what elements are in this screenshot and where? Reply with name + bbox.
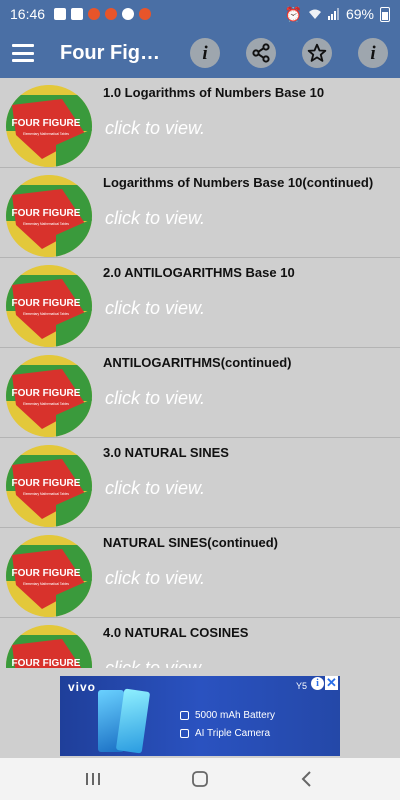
item-thumbnail: FOUR FIGURE Elementary Mathematical Tabl… (6, 355, 92, 437)
app-notification-icon (88, 8, 101, 20)
item-title: NATURAL SINES(continued) (103, 535, 279, 550)
status-bar: 16:46 ⏰ 69% (0, 0, 400, 28)
item-subtitle: click to view. (105, 478, 206, 498)
item-title: 2.0 ANTILOGARITHMS Base 10 (103, 265, 295, 280)
item-subtitle: click to view. (105, 658, 206, 668)
item-subtitle: click to view. (105, 568, 206, 588)
ad-feature: 5000 mAh Battery (180, 710, 275, 721)
list-item[interactable]: FOUR FIGURE Elementary Mathematical Tabl… (0, 348, 400, 438)
app-title: Four Figur… (60, 41, 172, 64)
item-thumbnail: FOUR FIGURE Elementary Mathematical Tabl… (6, 175, 92, 257)
item-thumbnail: FOUR FIGURE Elementary Mathematical Tabl… (6, 265, 92, 347)
media-notification-icon (122, 8, 135, 20)
wifi-icon (308, 9, 321, 19)
logo-sublabel: Elementary Mathematical Tables (23, 222, 69, 226)
back-icon (301, 771, 311, 787)
about-button[interactable]: i (358, 38, 388, 68)
item-subtitle: click to view. (105, 118, 206, 138)
status-time: 16:46 (10, 6, 46, 22)
menu-icon[interactable] (12, 44, 34, 62)
gallery-notification-icon (54, 8, 67, 20)
item-title: Logarithms of Numbers Base 10(continued) (103, 175, 374, 190)
item-thumbnail: FOUR FIGURE Elementary Mathematical Tabl… (6, 535, 92, 617)
alarm-icon: ⏰ (284, 5, 302, 22)
four-figure-logo-icon: FOUR FIGURE Elementary Mathematical Tabl… (6, 625, 92, 668)
item-subtitle: click to view. (105, 388, 206, 408)
logo-label: FOUR FIGURE (12, 478, 81, 489)
ad-model: Y5 (296, 681, 308, 691)
info-icon: i (202, 42, 208, 64)
topic-list: FOUR FIGURE Elementary Mathematical Tabl… (0, 78, 400, 668)
share-button[interactable] (246, 38, 276, 68)
list-item[interactable]: FOUR FIGURE Elementary Mathematical Tabl… (0, 168, 400, 258)
info-button[interactable]: i (190, 38, 220, 68)
four-figure-logo-icon: FOUR FIGURE Elementary Mathematical Tabl… (6, 535, 92, 617)
item-subtitle: click to view. (105, 298, 206, 318)
logo-label: FOUR FIGURE (12, 658, 81, 668)
status-right: ⏰ 69% (285, 6, 390, 23)
list-item[interactable]: FOUR FIGURE Elementary Mathematical Tabl… (0, 528, 400, 618)
star-icon (307, 43, 327, 62)
app-notification-icon (139, 8, 152, 20)
logo-label: FOUR FIGURE (12, 118, 81, 129)
logo-sublabel: Elementary Mathematical Tables (23, 582, 69, 586)
item-thumbnail: FOUR FIGURE Elementary Mathematical Tabl… (6, 625, 92, 668)
logo-label: FOUR FIGURE (12, 568, 81, 579)
ad-line-2: AI Triple Camera (195, 728, 271, 739)
item-title: ANTILOGARITHMS(continued) (103, 355, 292, 370)
logo-sublabel: Elementary Mathematical Tables (23, 312, 69, 316)
facebook-notification-icon (71, 8, 84, 20)
item-title: 4.0 NATURAL COSINES (103, 625, 249, 640)
recent-apps-icon (86, 773, 101, 785)
back-button[interactable] (292, 764, 322, 794)
item-title: 1.0 Logarithms of Numbers Base 10 (103, 85, 325, 100)
app-bar: Four Figur… i i (0, 28, 400, 78)
ad-banner[interactable]: vivo Y5 i ✕ 5000 mAh Battery AI Triple C… (60, 676, 340, 756)
app-bar-actions: i i (190, 38, 388, 68)
four-figure-logo-icon: FOUR FIGURE Elementary Mathematical Tabl… (6, 355, 92, 437)
logo-label: FOUR FIGURE (12, 388, 81, 399)
info-icon: i (370, 42, 376, 64)
four-figure-logo-icon: FOUR FIGURE Elementary Mathematical Tabl… (6, 85, 92, 167)
logo-label: FOUR FIGURE (12, 298, 81, 309)
share-icon (252, 43, 270, 63)
item-thumbnail: FOUR FIGURE Elementary Mathematical Tabl… (6, 445, 92, 527)
ad-brand: vivo (68, 680, 97, 694)
item-subtitle: click to view. (105, 208, 206, 228)
item-thumbnail: FOUR FIGURE Elementary Mathematical Tabl… (6, 85, 92, 167)
four-figure-logo-icon: FOUR FIGURE Elementary Mathematical Tabl… (6, 445, 92, 527)
four-figure-logo-icon: FOUR FIGURE Elementary Mathematical Tabl… (6, 265, 92, 347)
home-button[interactable] (185, 764, 215, 794)
list-item[interactable]: FOUR FIGURE Elementary Mathematical Tabl… (0, 258, 400, 348)
home-icon (192, 771, 208, 787)
ad-info-icon[interactable]: i (311, 677, 324, 690)
camera-feature-icon (180, 729, 189, 738)
battery-percent: 69% (345, 6, 374, 22)
ad-feature: AI Triple Camera (180, 728, 270, 739)
list-item[interactable]: FOUR FIGURE Elementary Mathematical Tabl… (0, 618, 400, 668)
logo-sublabel: Elementary Mathematical Tables (23, 492, 69, 496)
status-left: 16:46 (10, 6, 152, 22)
recent-apps-button[interactable] (78, 764, 108, 794)
favorite-button[interactable] (302, 38, 332, 68)
battery-feature-icon (180, 711, 189, 720)
app-notification-icon (105, 8, 118, 20)
navigation-bar (0, 758, 400, 800)
ad-close-icon[interactable]: ✕ (325, 676, 338, 690)
battery-icon (380, 6, 390, 22)
signal-icon (327, 8, 339, 20)
item-title: 3.0 NATURAL SINES (103, 445, 229, 460)
list-item[interactable]: FOUR FIGURE Elementary Mathematical Tabl… (0, 78, 400, 168)
list-item[interactable]: FOUR FIGURE Elementary Mathematical Tabl… (0, 438, 400, 528)
logo-sublabel: Elementary Mathematical Tables (23, 132, 69, 136)
ad-line-1: 5000 mAh Battery (195, 710, 276, 721)
logo-label: FOUR FIGURE (12, 208, 81, 219)
four-figure-logo-icon: FOUR FIGURE Elementary Mathematical Tabl… (6, 175, 92, 257)
logo-sublabel: Elementary Mathematical Tables (23, 402, 69, 406)
